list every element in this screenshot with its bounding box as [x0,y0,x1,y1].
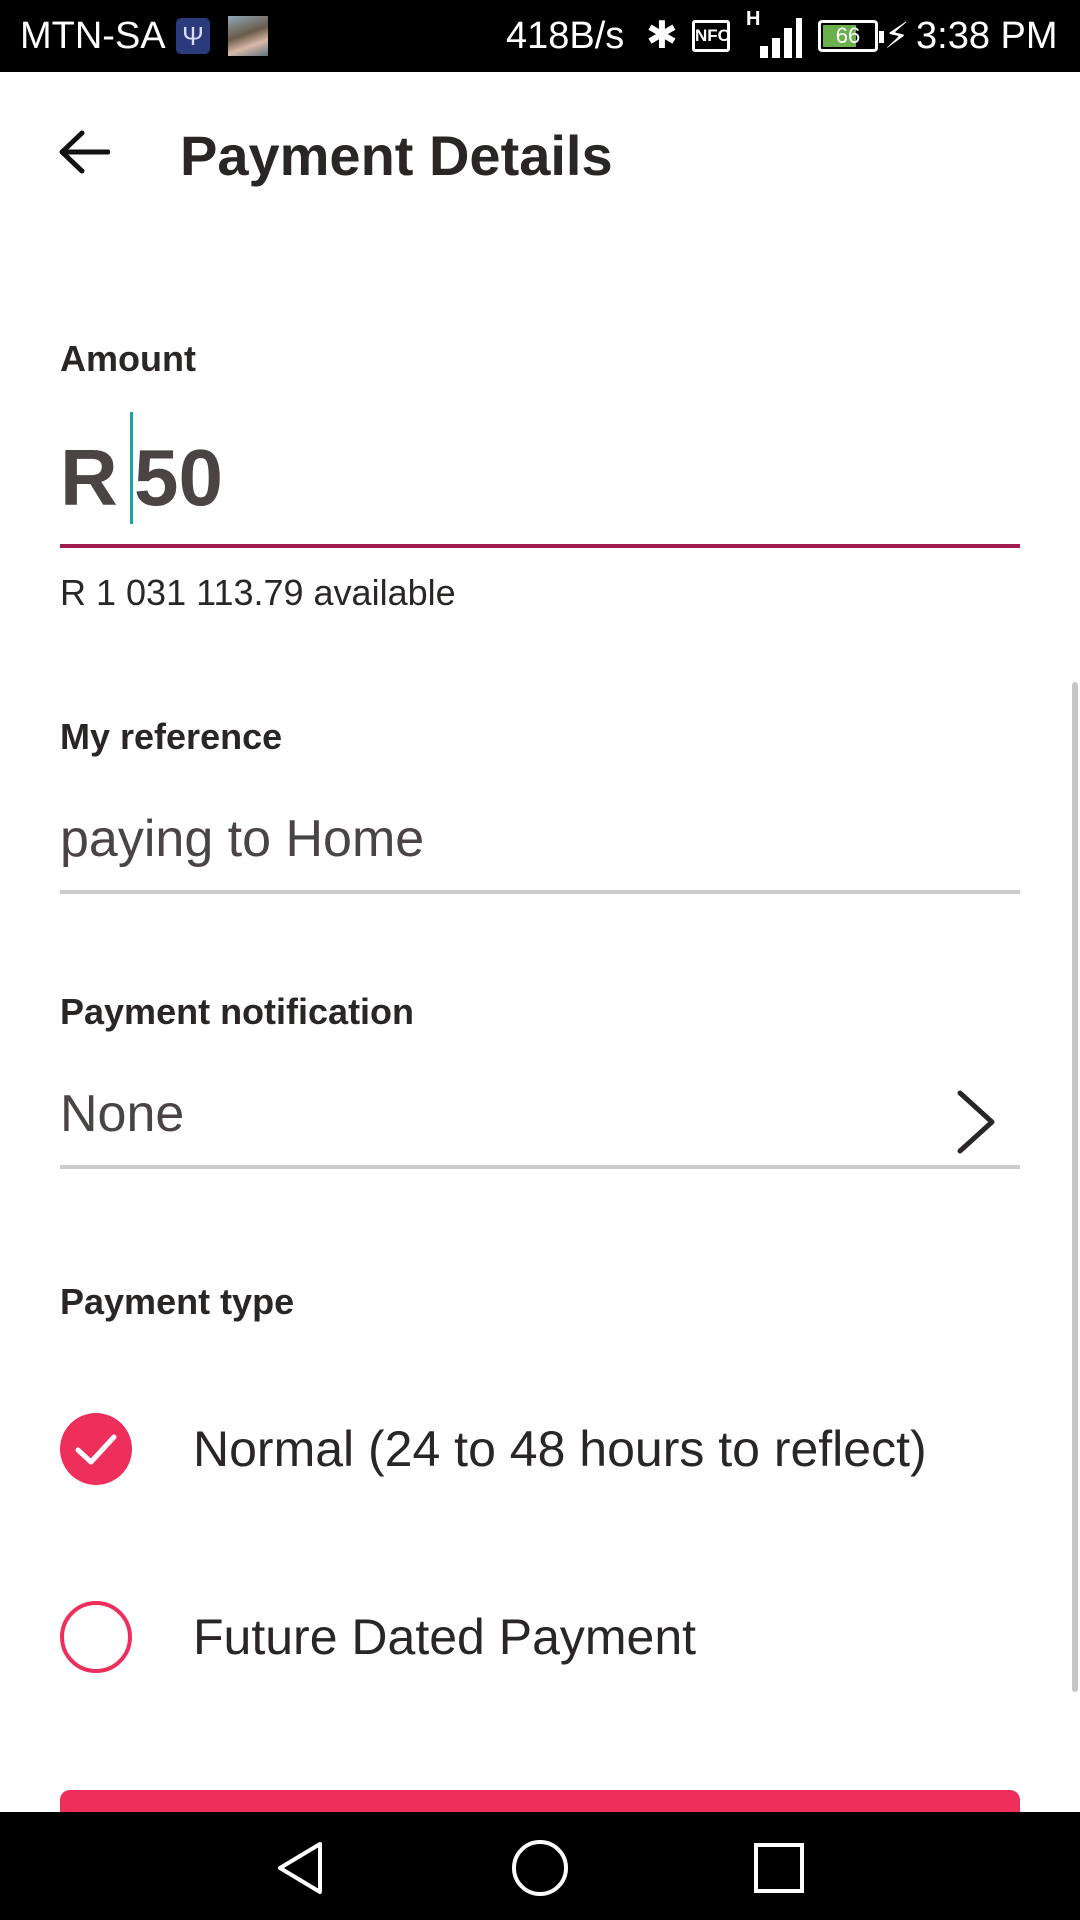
page-title: Payment Details [180,124,613,187]
nav-home-button[interactable] [508,1836,572,1900]
radio-checked-icon[interactable] [60,1413,132,1485]
payment-type-option-future-dated[interactable]: Future Dated Payment [60,1594,1020,1684]
payment-type-option-label: Normal (24 to 48 hours to reflect) [193,1421,927,1477]
nav-back-button[interactable] [268,1836,332,1900]
payment-type-option-normal[interactable]: Normal (24 to 48 hours to reflect) [60,1406,1020,1496]
back-button[interactable] [44,112,124,192]
network-type: H [746,8,761,30]
triangle-back-icon [278,1842,322,1894]
notification-label: Payment notification [60,991,415,1032]
currency-symbol: R [60,433,118,522]
clock: 3:38 PM [916,15,1058,57]
square-recents-icon [754,1843,804,1893]
reference-input[interactable]: paying to Home [60,788,1020,894]
amount-label: Amount [60,338,196,379]
charging-icon: ⚡ [884,15,910,56]
amount-input[interactable]: R 50 [60,408,1020,548]
battery-percent: 66 [835,23,861,48]
app-toolbar: Payment Details [0,72,1080,242]
payment-type-option-label: Future Dated Payment [193,1609,697,1665]
checkmark-icon [75,1434,117,1465]
status-bar: MTN-SA Ψ 418B/s ✱ NFC H 66 ⚡ 3:38 PM [0,0,1080,72]
scrollbar[interactable] [1072,682,1078,1692]
nfc-icon: NFC [692,20,730,52]
radio-unchecked-icon[interactable] [60,1601,132,1673]
amount-value: 50 [134,433,223,522]
notification-selector[interactable]: None [60,1063,1020,1169]
reference-value: paying to Home [60,810,425,868]
payment-type-label: Payment type [60,1281,295,1322]
notification-photo-icon [228,16,268,56]
text-cursor [130,412,133,524]
network-speed: 418B/s [506,15,625,57]
available-balance: R 1 031 113.79 available [60,572,456,613]
reference-label: My reference [60,716,283,757]
carrier-name: MTN-SA [20,15,166,57]
battery-icon: 66 [818,20,884,52]
arrow-left-icon [59,130,110,174]
usb-icon: Ψ [176,18,210,54]
circle-home-icon [512,1840,568,1896]
system-nav-bar [0,1812,1080,1920]
notification-value: None [60,1085,185,1143]
bluetooth-icon: ✱ [646,15,678,57]
signal-icon: H [746,8,802,58]
chevron-right-icon [957,1090,995,1154]
nav-recents-button[interactable] [747,1836,811,1900]
